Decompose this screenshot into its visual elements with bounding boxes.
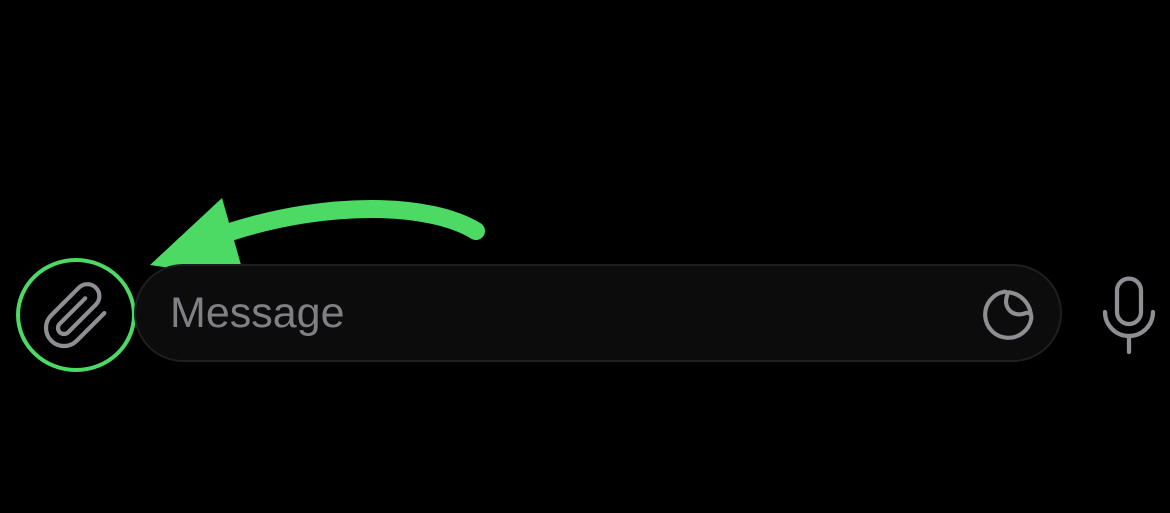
message-input[interactable] — [170, 266, 950, 360]
chat-composer-screen — [0, 0, 1170, 513]
sticker-button[interactable] — [976, 283, 1040, 347]
annotation-arrow-shaft — [221, 200, 485, 241]
message-field-container[interactable] — [134, 264, 1062, 362]
sticker-icon — [983, 289, 1034, 340]
microphone-button[interactable] — [1094, 274, 1164, 358]
paperclip-icon — [43, 282, 107, 349]
annotation-arrow — [150, 198, 485, 279]
microphone-icon — [1102, 276, 1156, 355]
attach-button[interactable] — [24, 264, 128, 368]
